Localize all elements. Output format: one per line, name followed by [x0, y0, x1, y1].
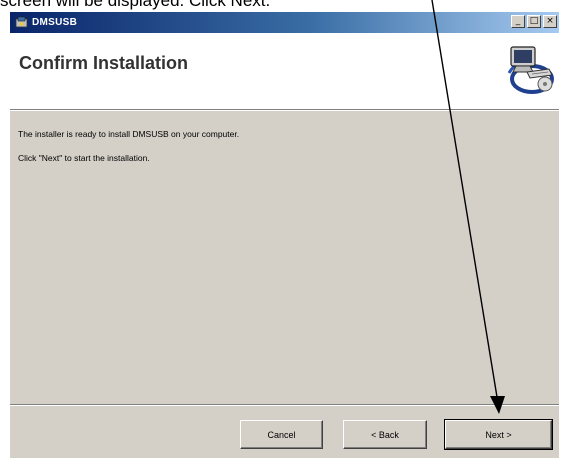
close-button[interactable]: × [543, 15, 557, 28]
installer-app-icon [14, 16, 28, 30]
page-title: Confirm Installation [19, 53, 189, 73]
next-button[interactable]: Next > [444, 419, 553, 450]
ready-message: The installer is ready to install DMSUSB… [18, 129, 240, 139]
title-bar[interactable]: DMSUSB _ □ × [10, 12, 559, 33]
installer-window: DMSUSB _ □ × Confirm Installation The in… [10, 12, 559, 458]
maximize-button[interactable]: □ [527, 15, 541, 28]
minimize-button[interactable]: _ [511, 15, 525, 28]
window-title: DMSUSB [32, 17, 78, 28]
banner-divider [10, 110, 559, 111]
screenshot-stage: screen will be displayed. Click Next. DM… [0, 0, 561, 458]
cancel-button[interactable]: Cancel [240, 420, 323, 449]
header-banner: Confirm Installation [10, 33, 559, 110]
instruction-message: Click "Next" to start the installation. [18, 153, 150, 163]
computer-install-icon [499, 39, 555, 102]
window-controls: _ □ × [511, 15, 557, 28]
instruction-caption: screen will be displayed. Click Next. [0, 0, 271, 10]
footer-divider-highlight [10, 405, 559, 406]
back-button[interactable]: < Back [343, 420, 427, 449]
